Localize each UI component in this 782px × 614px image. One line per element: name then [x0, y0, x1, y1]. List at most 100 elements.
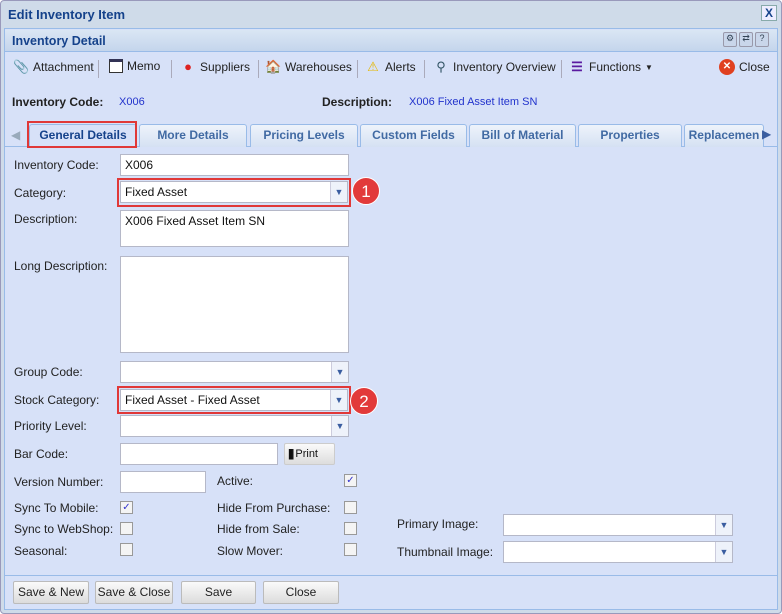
toolbar: 📎 Attachment Memo ● Suppliers 🏠 Warehouses …: [5, 55, 777, 81]
description-label: Description:: [14, 212, 78, 226]
print-barcode-button[interactable]: |||| Print: [284, 443, 335, 465]
alerts-label: Alerts: [385, 60, 416, 74]
info-code-label: Inventory Code:: [12, 95, 104, 109]
functions-menu[interactable]: ☰ Functions ▼: [569, 59, 653, 75]
menu-icon: ☰: [571, 59, 583, 74]
attachment-button[interactable]: 📎 Attachment: [13, 59, 94, 75]
tab-bill-of-material[interactable]: Bill of Material: [469, 124, 576, 147]
chevron-down-icon[interactable]: ▼: [715, 515, 732, 535]
highlight-box: [27, 121, 137, 148]
suppliers-button[interactable]: ● Suppliers: [180, 59, 250, 75]
bar-code-input[interactable]: [120, 443, 278, 465]
caret-down-icon: ▼: [645, 62, 653, 72]
tab-replacement[interactable]: Replacemen: [684, 124, 764, 147]
priority-level-select[interactable]: ▼: [120, 415, 349, 437]
separator: [561, 60, 562, 78]
hide-sale-checkbox[interactable]: [344, 522, 357, 535]
suppliers-label: Suppliers: [200, 60, 251, 74]
tab-more-details[interactable]: More Details: [139, 124, 247, 147]
group-code-label: Group Code:: [14, 365, 83, 379]
chevron-down-icon[interactable]: ▼: [715, 542, 732, 562]
panel-title: Inventory Detail: [12, 34, 106, 48]
long-description-textarea[interactable]: [120, 256, 349, 353]
bar-code-label: Bar Code:: [14, 447, 69, 461]
sync-webshop-label: Sync to WebShop:: [14, 522, 114, 536]
highlight-box: [117, 386, 351, 414]
suppliers-icon: ●: [184, 59, 192, 74]
stock-category-label: Stock Category:: [14, 393, 100, 407]
overview-label: Inventory Overview: [453, 60, 556, 74]
save-close-button[interactable]: Save & Close: [95, 581, 173, 604]
highlight-box: [117, 178, 351, 207]
memo-button[interactable]: Memo: [109, 59, 160, 73]
attachment-label: Attachment: [33, 60, 94, 74]
close-toolbar-button[interactable]: ✕ Close: [719, 59, 770, 75]
help-icon[interactable]: ?: [755, 32, 769, 47]
tab-properties[interactable]: Properties: [578, 124, 682, 147]
close-label: Close: [739, 60, 770, 74]
description-textarea[interactable]: X006 Fixed Asset Item SN: [120, 210, 349, 247]
print-label: Print: [295, 448, 318, 460]
slow-mover-label: Slow Mover:: [217, 544, 284, 558]
info-code-value: X006: [119, 96, 145, 108]
long-description-label: Long Description:: [14, 259, 108, 273]
tab-pricing-levels[interactable]: Pricing Levels: [250, 124, 358, 147]
close-button[interactable]: Close: [263, 581, 339, 604]
panel-header: Inventory Detail ⚙ ⇄ ?: [5, 30, 777, 52]
group-code-select[interactable]: ▼: [120, 361, 349, 383]
warehouse-icon: 🏠: [265, 59, 282, 74]
hide-purchase-checkbox[interactable]: [344, 501, 357, 514]
paperclip-icon: 📎: [13, 59, 30, 74]
inventory-overview-button[interactable]: ⚲ Inventory Overview: [433, 59, 556, 75]
priority-level-label: Priority Level:: [14, 419, 87, 433]
overview-icon: ⚲: [436, 59, 446, 74]
sync-mobile-checkbox[interactable]: ✓: [120, 501, 133, 514]
active-label: Active:: [217, 474, 254, 488]
close-circle-icon: ✕: [719, 59, 735, 75]
separator: [171, 60, 172, 78]
separator: [357, 60, 358, 78]
primary-image-select[interactable]: ▼: [503, 514, 733, 536]
refresh-icon[interactable]: ⇄: [739, 32, 753, 47]
version-number-input[interactable]: [120, 471, 206, 493]
active-checkbox[interactable]: ✓: [344, 474, 357, 487]
functions-label: Functions: [589, 60, 642, 74]
hide-purchase-label: Hide From Purchase:: [217, 501, 331, 515]
gear-icon[interactable]: ⚙: [723, 32, 737, 47]
separator: [258, 60, 259, 78]
sync-webshop-checkbox[interactable]: [120, 522, 133, 535]
category-label: Category:: [14, 186, 67, 200]
inventory-code-input[interactable]: X006: [120, 154, 349, 176]
thumbnail-image-label: Thumbnail Image:: [397, 545, 494, 559]
memo-icon: [109, 59, 123, 73]
thumbnail-image-select[interactable]: ▼: [503, 541, 733, 563]
scroll-right-icon[interactable]: ▶: [762, 127, 771, 141]
warehouses-label: Warehouses: [285, 60, 352, 74]
tab-custom-fields[interactable]: Custom Fields: [360, 124, 467, 147]
info-desc-value: X006 Fixed Asset Item SN: [409, 96, 538, 108]
slow-mover-checkbox[interactable]: [344, 543, 357, 556]
alerts-button[interactable]: ⚠ Alerts: [365, 59, 416, 75]
warehouses-button[interactable]: 🏠 Warehouses: [265, 59, 352, 75]
hide-sale-label: Hide from Sale:: [217, 522, 300, 536]
sync-mobile-label: Sync To Mobile:: [14, 501, 99, 515]
chevron-down-icon[interactable]: ▼: [331, 416, 348, 436]
save-new-button[interactable]: Save & New: [13, 581, 89, 604]
warning-icon: ⚠: [367, 59, 379, 74]
dialog-title: Edit Inventory Item: [8, 7, 126, 22]
inventory-code-label: Inventory Code:: [14, 158, 99, 172]
dialog-close-button[interactable]: X: [761, 5, 777, 21]
version-number-label: Version Number:: [14, 475, 104, 489]
callout-badge: 2: [350, 387, 378, 415]
separator: [424, 60, 425, 78]
callout-badge: 1: [352, 177, 380, 205]
seasonal-label: Seasonal:: [14, 544, 68, 558]
separator: [98, 60, 99, 78]
chevron-down-icon[interactable]: ▼: [331, 362, 348, 382]
seasonal-checkbox[interactable]: [120, 543, 133, 556]
scroll-left-icon[interactable]: ◀: [11, 128, 20, 142]
primary-image-label: Primary Image:: [397, 517, 479, 531]
save-button[interactable]: Save: [181, 581, 256, 604]
memo-label: Memo: [127, 59, 161, 73]
barcode-icon: ||||: [288, 448, 294, 460]
